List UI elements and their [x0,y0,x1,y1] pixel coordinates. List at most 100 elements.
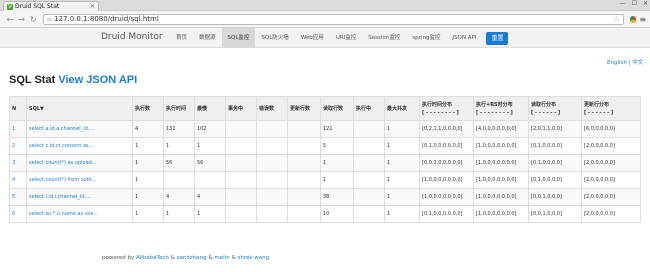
table-cell: [1,0,0,0,0,0,0,0] [473,137,529,155]
chrome-extension-icon[interactable] [629,15,637,23]
table-header-row: N SQL▼ 执行数 执行时间 最慢 事务中 错误数 更新行数 读取行数 执行中 最大并发 执行时间分… [9,96,641,121]
table-cell: [0,0,1,0,0,0] [528,205,582,223]
table-cell: [2,0,0,0,0,0] [581,205,641,223]
table-cell [256,188,288,206]
nav-item-home[interactable]: 首页 [170,28,193,48]
sql-link[interactable]: select su.*,u.name as use... [26,205,133,223]
table-cell: [0,1,0,0,0,0,0,0] [419,137,474,155]
column-header: 执行时间分布 [ - - - - - - - - ] [419,96,474,121]
english-link[interactable]: English [607,60,627,66]
column-header[interactable]: SQL▼ [26,96,133,121]
table-cell: [2,0,0,0,0,0] [581,137,641,155]
sql-link[interactable]: select count(*) from subt... [26,171,133,189]
back-icon[interactable]: ← [4,15,16,24]
column-header: 读取行数 [320,96,354,121]
column-header: 执行时间 [163,96,195,121]
table-cell: 1 [384,154,420,172]
nav-item-json-api[interactable]: JSON API [446,28,482,48]
title-text: SQL Stat [9,74,56,86]
table-cell [194,171,226,189]
table-cell [256,154,288,172]
address-bar[interactable]: ▫ 127.0.0.1:8080/druid/sql.html ☆ [43,13,624,25]
footer-link-melin[interactable]: melin [214,255,229,261]
table-cell [256,137,288,155]
table-cell [287,188,321,206]
footer-link-sandzhang[interactable]: sandzhang [177,255,207,261]
browser-menu-icon[interactable]: ≡ [639,15,646,24]
close-tab-icon[interactable]: ✕ [90,3,95,10]
table-cell: 5 [320,137,354,155]
table-cell: 121 [320,120,354,138]
table-cell: [0,2,1,1,0,0,0,0] [419,120,474,138]
browser-tab[interactable]: V Druid SQL Stat ✕ [3,1,99,11]
maximize-icon[interactable]: ☐ [632,0,637,7]
table-cell: [1,0,0,0,0,0,0,0] [419,171,474,189]
nav-item-web-app[interactable]: Web应用 [295,28,330,48]
nav-item-datasource[interactable]: 数据源 [193,28,222,48]
reload-icon[interactable]: ↻ [27,15,39,24]
window-controls: — ☐ ✕ [620,0,648,7]
view-json-api-link[interactable]: View JSON API [58,74,137,86]
table-cell: 1 [320,154,354,172]
footer-amp: & [229,255,238,261]
table-cell: 1 [194,137,226,155]
table-cell: [0,1,0,0,0,0] [528,171,582,189]
table-cell [287,205,321,223]
minimize-icon[interactable]: — [620,0,626,7]
nav-menu: 首页 数据源 SQL监控 SQL防火墙 Web应用 URI监控 Session监… [170,28,509,48]
table-cell [225,137,257,155]
nav-item-spring[interactable]: spring监控 [406,28,446,48]
table-cell: 4 [132,120,164,138]
bookmark-star-icon[interactable]: ☆ [613,15,619,23]
footer-link-alibabatech[interactable]: AlibabaTech [136,255,169,261]
reset-button[interactable]: 重置 [486,31,509,45]
nav-item-uri-stat[interactable]: URI监控 [330,28,362,48]
table-cell: 1 [163,137,195,155]
table-cell: 5 [9,188,27,206]
column-header: 更新行分布 [ - - - - - - ] [581,96,641,121]
table-row: 3 select count(*) as upload... 1 56 56 1 1 [0,0… [9,154,641,172]
table-cell [256,120,288,138]
table-cell: [1,0,0,0,0,0,0,0] [473,154,529,172]
footer-prefix: powered by [102,255,136,261]
close-window-icon[interactable]: ✕ [643,0,648,7]
tab-title: Druid SQL Stat [15,3,60,10]
chinese-link[interactable]: 中文 [632,60,643,66]
table-cell: 1 [132,154,164,172]
table-row: 5 select i.id,i.channel_id,... 1 4 4 38 1 [1,0,… [9,188,641,206]
table-cell [225,205,257,223]
nav-item-session[interactable]: Session监控 [362,28,406,48]
table-cell: [1,0,0,0,0,0,0,0] [473,188,529,206]
page-title: SQL Stat View JSON API [9,74,137,86]
table-cell: [2,0,1,1,0,0] [528,120,582,138]
app-navbar: Druid Monitor 首页 数据源 SQL监控 SQL防火墙 Web应用 … [0,28,650,48]
column-header: 最大并发 [384,96,420,121]
table-cell: 1 [132,137,164,155]
sql-link[interactable]: select count(*) as upload... [26,154,133,172]
sql-link[interactable]: select c.id,ct.content as... [26,137,133,155]
nav-item-sql-firewall[interactable]: SQL防火墙 [255,28,294,48]
table-cell [353,154,385,172]
column-header: 事务中 [225,96,257,121]
table-cell: [2,0,0,0,0,0] [581,188,641,206]
table-cell [256,171,288,189]
table-row: 4 select count(*) from subt... 1 1 1 [1,0,0,0… [9,171,641,189]
table-cell: 1 [384,171,420,189]
table-cell: 1 [384,137,420,155]
table-cell: 3 [9,154,27,172]
table-cell: [1,0,0,0,0,0,0,0] [473,171,529,189]
table-cell: 6 [9,205,27,223]
table-cell [287,154,321,172]
forward-icon[interactable]: → [16,15,28,24]
table-cell [353,120,385,138]
table-cell [287,171,321,189]
table-cell: [2,0,0,0,0,0] [581,171,641,189]
sql-link[interactable]: select i.id,i.channel_id,... [26,188,133,206]
footer-link-shrek-wang[interactable]: shrek.wang [238,255,270,261]
brand[interactable]: Druid Monitor [101,32,163,42]
table-cell: [1,0,0,0,0,0,0,0] [419,188,474,206]
nav-item-sql-stat[interactable]: SQL监控 [221,28,256,48]
table-cell: 1 [132,188,164,206]
sql-link[interactable]: select a.id,a.channel_id,... [26,120,133,138]
table-cell: 4 [9,171,27,189]
